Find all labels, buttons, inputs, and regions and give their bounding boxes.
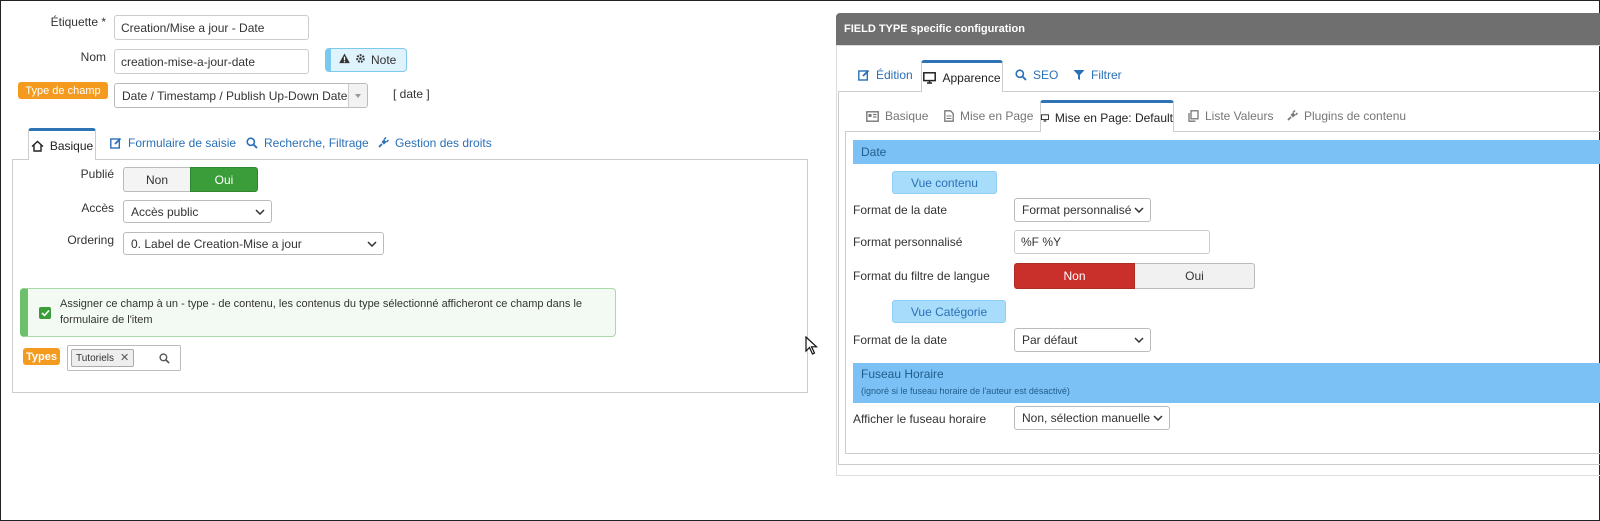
checkbox-checked-icon[interactable] — [39, 307, 51, 319]
publie-label: Publié — [80, 167, 114, 181]
subtab-liste-valeurs[interactable]: Liste Valeurs — [1188, 109, 1273, 123]
copy-icon — [1188, 110, 1199, 122]
afficher-fuseau-select[interactable]: Non, sélection manuelle — [1014, 406, 1170, 430]
search-icon — [1015, 69, 1027, 81]
subtab-mise-en-page-default[interactable]: Mise en Page: Default — [1040, 100, 1174, 132]
types-multiselect[interactable]: Tutoriels ✕ — [67, 345, 181, 371]
filter-icon — [1073, 70, 1085, 80]
chevron-down-icon — [367, 240, 377, 247]
subtab-plugins-label: Plugins de contenu — [1304, 109, 1407, 123]
tab-apparence[interactable]: Apparence — [921, 60, 1003, 92]
select-arrow-box — [348, 84, 367, 107]
tab-apparence-label: Apparence — [942, 70, 1001, 85]
tab-filtrer[interactable]: Filtrer — [1073, 68, 1122, 82]
edit-icon — [110, 137, 122, 149]
publie-oui-button[interactable]: Oui — [190, 167, 258, 192]
search-icon — [246, 137, 258, 149]
plug-icon — [1287, 110, 1298, 121]
format-date-value: Format personnalisé — [1022, 203, 1132, 217]
remove-tag-icon[interactable]: ✕ — [120, 352, 129, 364]
publie-non-button[interactable]: Non — [123, 167, 190, 192]
assign-text: Assigner ce champ à un - type - de conte… — [60, 298, 583, 326]
etiquette-label: Étiquette * — [50, 15, 106, 29]
search-icon[interactable] — [159, 353, 170, 367]
monitor-icon — [1041, 113, 1049, 122]
tab-edition-label: Édition — [876, 68, 913, 82]
warning-icon — [339, 53, 350, 67]
tab-seo-label: SEO — [1033, 68, 1059, 82]
tab-basique[interactable]: Basique — [28, 128, 96, 160]
note-button[interactable]: Note — [325, 48, 407, 72]
note-label: Note — [371, 53, 397, 67]
chevron-down-icon — [1134, 207, 1144, 213]
nom-input[interactable]: creation-mise-a-jour-date — [114, 49, 309, 74]
filtre-langue-non-button[interactable]: Non — [1014, 263, 1135, 289]
subtab-plugins-de-contenu[interactable]: Plugins de contenu — [1286, 109, 1406, 123]
assign-alert: Assigner ce champ à un - type - de conte… — [20, 288, 616, 337]
type-code: [ date ] — [393, 87, 430, 101]
tab-gestion-des-droits[interactable]: Gestion des droits — [377, 136, 492, 150]
ordering-label: Ordering — [67, 233, 114, 247]
type-de-champ-select[interactable]: Date / Timestamp / Publish Up-Down Dates — [114, 83, 368, 108]
types-badge: Types — [23, 348, 60, 365]
tab-formulaire-de-saisie[interactable]: Formulaire de saisie — [110, 136, 236, 150]
subtab-mise-en-page-default-label: Mise en Page: Default — [1054, 110, 1173, 125]
ordering-value: 0. Label de Creation-Mise a jour — [131, 236, 302, 251]
tab-edition[interactable]: Édition — [858, 68, 913, 82]
right-panel-header: FIELD TYPE specific configuration — [836, 13, 1600, 45]
type-de-champ-value: Date / Timestamp / Publish Up-Down Dates — [122, 88, 354, 103]
subtab-mise-en-page[interactable]: Mise en Page — [944, 109, 1033, 123]
format-date2-label: Format de la date — [853, 333, 948, 347]
tab-seo[interactable]: SEO — [1015, 68, 1058, 82]
gear-icon — [355, 53, 366, 67]
tab-gestion-label: Gestion des droits — [395, 136, 492, 150]
nom-label: Nom — [80, 50, 106, 64]
fuseau-title: Fuseau Horaire — [861, 367, 944, 381]
format-date-select[interactable]: Format personnalisé — [1014, 198, 1151, 222]
tab-formulaire-label: Formulaire de saisie — [128, 136, 237, 150]
types-tag-label: Tutoriels — [76, 352, 114, 364]
format-date-label: Format de la date — [853, 203, 948, 217]
chevron-down-icon — [255, 208, 265, 215]
monitor-icon — [923, 71, 937, 84]
types-tag: Tutoriels ✕ — [71, 349, 134, 367]
card-icon — [866, 110, 879, 122]
filtre-langue-label: Format du filtre de langue — [853, 269, 990, 283]
format-date2-select[interactable]: Par défaut — [1014, 328, 1151, 352]
vue-categorie-button[interactable]: Vue Catégorie — [892, 300, 1006, 323]
tab-basique-label: Basique — [49, 138, 94, 153]
format-perso-input[interactable]: %F %Y — [1014, 230, 1210, 254]
section-fuseau-horaire: Fuseau Horaire (ignoré si le fuseau hora… — [853, 363, 1600, 403]
vue-contenu-button[interactable]: Vue contenu — [892, 171, 997, 194]
document-icon — [944, 110, 954, 122]
acces-value: Accès public — [131, 204, 199, 219]
home-icon — [31, 140, 44, 152]
afficher-fuseau-value: Non, sélection manuelle — [1022, 411, 1151, 425]
subtab-liste-valeurs-label: Liste Valeurs — [1205, 109, 1274, 123]
section-date: Date — [853, 140, 1600, 164]
subtab-basique[interactable]: Basique — [866, 109, 928, 123]
acces-label: Accès — [81, 201, 114, 215]
etiquette-input[interactable]: Creation/Mise a jour - Date — [114, 15, 309, 40]
tab-recherche-filtrage[interactable]: Recherche, Filtrage — [246, 136, 369, 150]
tab-recherche-label: Recherche, Filtrage — [264, 136, 369, 150]
plug-icon — [378, 137, 389, 148]
format-perso-label: Format personnalisé — [853, 235, 963, 249]
subtab-mise-en-page-label: Mise en Page — [960, 109, 1034, 123]
tab-filtrer-label: Filtrer — [1091, 68, 1122, 82]
afficher-fuseau-label: Afficher le fuseau horaire — [853, 412, 987, 426]
subtab-basique-label: Basique — [885, 109, 929, 123]
acces-select[interactable]: Accès public — [123, 200, 272, 223]
chevron-down-icon — [1134, 337, 1144, 343]
edit-icon — [858, 69, 870, 81]
format-date2-value: Par défaut — [1022, 333, 1078, 347]
mouse-cursor-icon — [805, 336, 819, 355]
fuseau-note: (ignoré si le fuseau horaire de l'auteur… — [861, 386, 1070, 396]
chevron-down-icon — [1153, 415, 1163, 421]
type-de-champ-badge: Type de champ — [18, 82, 108, 99]
ordering-select[interactable]: 0. Label de Creation-Mise a jour — [123, 232, 384, 255]
filtre-langue-oui-button[interactable]: Oui — [1135, 263, 1255, 289]
